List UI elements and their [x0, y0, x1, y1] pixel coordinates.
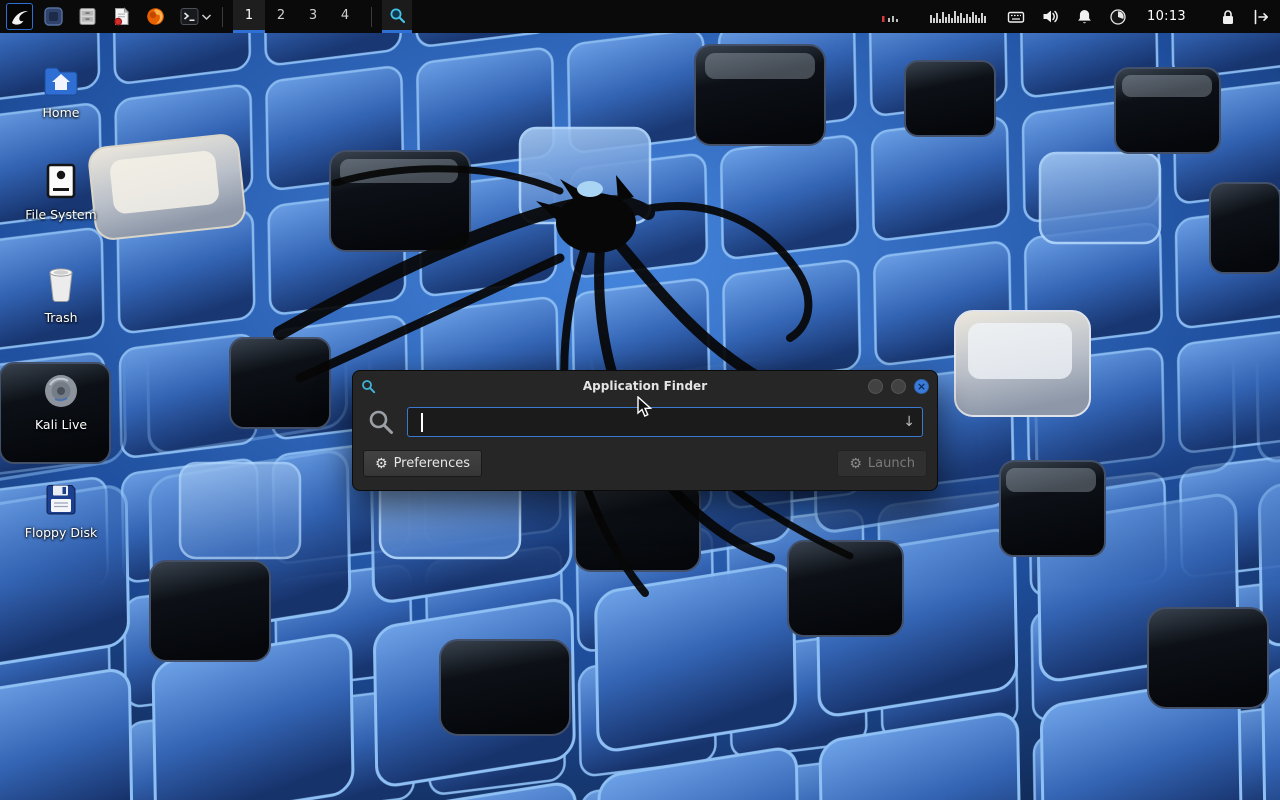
optical-disc-icon: [15, 370, 107, 410]
blue-app-launcher-icon[interactable]: [43, 7, 63, 27]
search-box: ↓: [407, 407, 923, 437]
file-system-drive-icon: [15, 160, 107, 200]
applications-menu-button[interactable]: [6, 3, 33, 30]
launch-label: Launch: [868, 456, 915, 471]
desktop-icon-label: File System: [15, 207, 107, 222]
launch-icon: ⚙: [849, 457, 862, 471]
top-panel: 1 2 3 4: [0, 0, 1280, 33]
lock-screen-icon[interactable]: [1220, 8, 1236, 26]
text-caret: [421, 413, 423, 432]
application-finder-app-icon: [361, 379, 376, 394]
desktop-icon-label: Trash: [15, 310, 107, 325]
firefox-launcher-icon[interactable]: [145, 7, 165, 27]
kali-logo-icon: [9, 6, 31, 28]
file-manager-launcher-icon[interactable]: [77, 7, 97, 27]
desktop-icon-label: Home: [15, 105, 107, 120]
application-finder-window: Application Finder × ↓ ⚙ Preferences: [352, 370, 938, 491]
workspace-4[interactable]: 4: [329, 0, 361, 33]
task-application-finder[interactable]: [382, 0, 412, 33]
workspace-3[interactable]: 3: [297, 0, 329, 33]
desktop-icon-trash[interactable]: Trash: [15, 263, 107, 325]
panel-separator: [222, 7, 223, 27]
panel-launchers: [43, 7, 199, 27]
titlebar[interactable]: Application Finder ×: [353, 371, 937, 401]
window-controls: ×: [868, 379, 929, 394]
minimize-button[interactable]: [868, 379, 883, 394]
workspace-1[interactable]: 1: [233, 0, 265, 33]
launcher-dropdown-chevron[interactable]: [201, 13, 212, 21]
logout-icon[interactable]: [1252, 8, 1270, 26]
search-input[interactable]: [408, 408, 922, 436]
dropdown-arrow-icon[interactable]: ↓: [903, 414, 915, 430]
search-row: ↓: [367, 407, 923, 437]
search-icon: [367, 408, 395, 436]
status-circle-icon[interactable]: [1109, 8, 1127, 26]
dialog-buttons: ⚙ Preferences ⚙ Launch: [363, 450, 927, 477]
desktop-icon-label: Floppy Disk: [15, 525, 107, 540]
keyboard-icon[interactable]: [1007, 8, 1025, 26]
desktop-icon-label: Kali Live: [15, 417, 107, 432]
system-load-graph[interactable]: [879, 7, 991, 27]
system-tray: 10:13: [879, 7, 1274, 27]
desktop-icon-kali-live[interactable]: Kali Live: [15, 370, 107, 432]
text-editor-launcher-icon[interactable]: [111, 7, 131, 27]
panel-separator: [371, 7, 372, 27]
desktop-icon-home[interactable]: Home: [15, 58, 107, 120]
preferences-label: Preferences: [394, 456, 470, 471]
maximize-button[interactable]: [891, 379, 906, 394]
gear-icon: ⚙: [375, 457, 388, 471]
volume-icon[interactable]: [1041, 7, 1060, 26]
workspace-switcher: 1 2 3 4: [233, 0, 361, 33]
notifications-bell-icon[interactable]: [1076, 8, 1093, 26]
search-icon: [389, 7, 406, 24]
trash-basket-icon: [15, 263, 107, 303]
desktop-icon-floppy-disk[interactable]: Floppy Disk: [15, 478, 107, 540]
terminal-launcher-icon[interactable]: [179, 7, 199, 27]
preferences-button[interactable]: ⚙ Preferences: [363, 450, 482, 477]
close-button[interactable]: ×: [914, 379, 929, 394]
launch-button[interactable]: ⚙ Launch: [837, 450, 927, 477]
workspace-2[interactable]: 2: [265, 0, 297, 33]
window-title: Application Finder: [353, 379, 937, 393]
desktop-icon-file-system[interactable]: File System: [15, 160, 107, 222]
desktop-root: 1 2 3 4: [0, 0, 1280, 800]
panel-clock[interactable]: 10:13: [1147, 9, 1186, 24]
home-folder-icon: [15, 58, 107, 98]
floppy-disk-icon: [15, 478, 107, 518]
